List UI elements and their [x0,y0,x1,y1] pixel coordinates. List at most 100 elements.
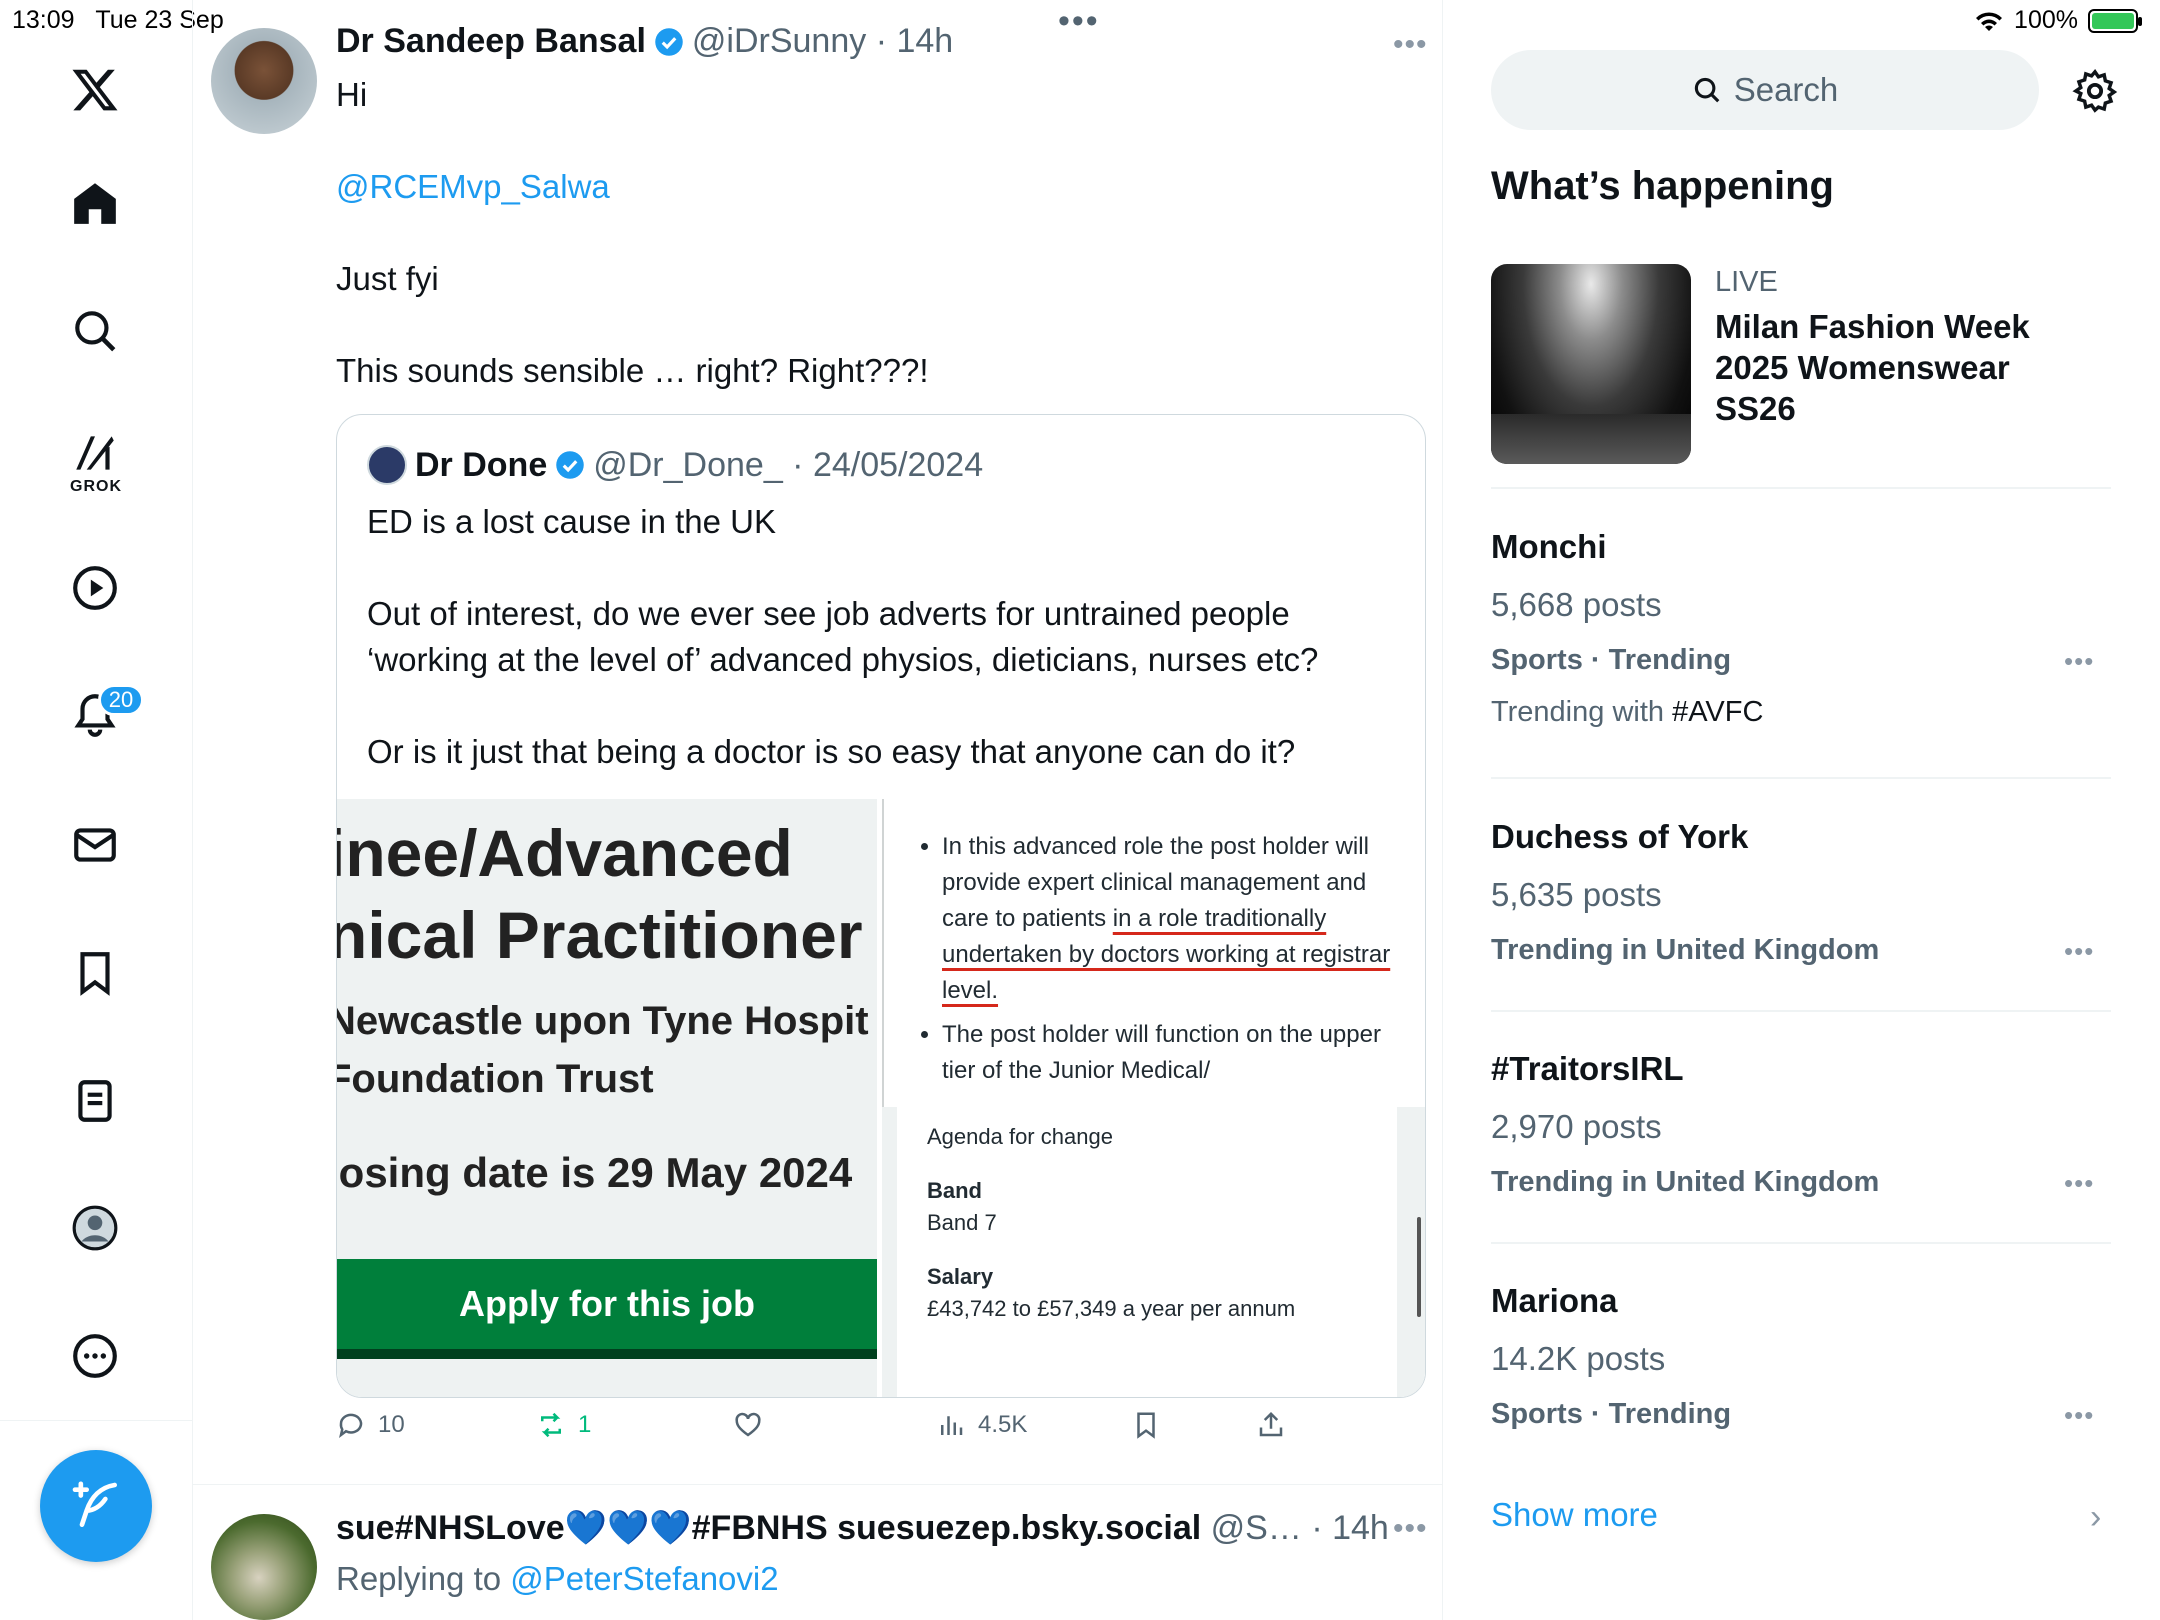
views-icon [941,1416,963,1435]
job-summary-panel: Agenda for change Band Band 7 Salary £43… [882,1107,1425,1397]
notifications-badge: 20 [98,684,144,716]
timeline: Dr Sandeep Bansal @iDrSunny · 14h ••• Hi… [193,0,1443,1620]
home-icon[interactable] [60,168,130,238]
repost-icon [541,1412,561,1438]
mail-icon[interactable] [60,810,130,880]
trend-name[interactable]: #TraitorsIRL [1491,1050,1684,1088]
trend-post-count: 5,668 posts [1491,586,1662,623]
job-title-line-2: nical Practitioner [337,898,863,972]
views-button[interactable]: 4.5K [936,1410,1027,1440]
search-icon[interactable] [60,296,130,366]
search-icon [1694,77,1720,103]
x-logo-icon[interactable] [60,55,130,125]
left-nav: GROK 20 [0,0,193,1620]
trend-context: Sports · Trending [1491,644,1732,676]
quote-media[interactable]: inee/Advanced nical Practitioner Newcast… [337,799,1425,1397]
trend-with: Trending with #AVFC [1491,696,1764,728]
live-label: LIVE [1715,266,1778,298]
next-author-handle[interactable]: @S… [1211,1509,1302,1548]
next-post-time[interactable]: 14h [1332,1509,1389,1548]
author-name[interactable]: Dr Sandeep Bansal [336,22,646,61]
trend-more-button[interactable]: ••• [2064,936,2094,967]
next-author-name[interactable]: sue#NHSLove💙💙💙#FBNHS suesuezep.bsky.soci… [336,1508,1201,1548]
post-more-button[interactable]: ••• [1393,28,1428,62]
trend-name[interactable]: Mariona [1491,1282,1618,1320]
compose-icon [72,1481,117,1527]
next-post-more-button[interactable]: ••• [1393,1512,1428,1546]
reply-button[interactable]: 10 [336,1410,405,1440]
trend-post-count: 5,635 posts [1491,876,1662,913]
grok-label: GROK [70,478,122,495]
reply-count: 10 [378,1411,405,1438]
chevron-right-icon: › [2090,1498,2102,1536]
like-button[interactable] [733,1410,763,1440]
post-header: Dr Sandeep Bansal @iDrSunny · 14h [336,22,954,61]
quote-handle: @Dr_Done_ [593,445,783,484]
post-time[interactable]: 14h [896,22,953,61]
post-line-4: This sounds sensible … right? Right???! [336,352,929,389]
salary-value: £43,742 to £57,349 a year per annum [927,1296,1296,1321]
quoted-post[interactable]: Dr Done @Dr_Done_ · 24/05/2024 ED is a l… [336,414,1426,1398]
bookmark-button[interactable] [1131,1410,1161,1440]
band-label: Band [927,1178,982,1203]
views-count: 4.5K [978,1411,1028,1438]
post-text: Hi @RCEMvp_Salwa Just fyi This sounds se… [336,72,929,440]
replying-to-link[interactable]: @PeterStefanovi2 [510,1560,778,1597]
trend-context: Trending in United Kingdom [1491,934,1880,966]
job-title-line-1: inee/Advanced [337,816,793,890]
post-divider [193,1484,1443,1485]
replying-to: Replying to @PeterStefanovi2 [336,1560,779,1597]
trend-more-button[interactable]: ••• [2064,1400,2094,1431]
post-line-1: Hi [336,76,368,113]
job-org-line-1: Newcastle upon Tyne Hospit [337,999,869,1043]
trend-divider [1491,1242,2111,1244]
repost-button[interactable]: 1 [536,1410,591,1440]
post-mention-link[interactable]: @RCEMvp_Salwa [336,164,929,210]
trend-more-button[interactable]: ••• [2064,1168,2094,1199]
quote-text: ED is a lost cause in the UK Out of inte… [367,499,1407,821]
status-indicators: 100% [1974,6,2142,35]
nav-divider [0,1420,193,1421]
trend-with-tag[interactable]: #AVFC [1672,696,1763,728]
trend-post-count: 14.2K posts [1491,1340,1666,1377]
quote-author-name: Dr Done [415,445,548,484]
repost-count: 1 [578,1411,592,1438]
compose-button[interactable] [40,1450,152,1562]
job-details-image: In this advanced role the post holder wi… [882,799,1425,1397]
show-more-link[interactable]: Show more [1491,1496,1658,1534]
post-actions: 10 1 4.5K [336,1410,1436,1460]
agenda-label: Agenda for change [927,1124,1113,1149]
quote-paragraph-1: ED is a lost cause in the UK [367,503,777,540]
trend-divider [1491,1010,2111,1012]
share-icon [1259,1411,1283,1437]
search-input[interactable]: Search [1491,50,2039,130]
trend-divider [1491,777,2111,779]
post-line-3: Just fyi [336,260,439,297]
video-icon[interactable] [60,553,130,623]
job-bullet-2: The post holder will function on the upp… [942,1017,1407,1089]
quote-paragraph-2: Out of interest, do we ever see job adve… [367,595,1319,678]
author-handle[interactable]: @iDrSunny [692,22,866,61]
battery-icon [2088,8,2142,33]
author-avatar[interactable] [211,28,317,134]
live-event-image[interactable] [1491,264,1691,464]
quote-date: 24/05/2024 [812,445,984,484]
image-scrollbar [1417,1217,1421,1317]
share-button[interactable] [1256,1410,1286,1440]
gear-icon[interactable] [2072,68,2118,114]
trend-name[interactable]: Monchi [1491,528,1606,566]
trend-more-button[interactable]: ••• [2064,646,2094,677]
trend-context: Sports · Trending [1491,1398,1732,1430]
live-event-title[interactable]: Milan Fashion Week 2025 Womenswear SS26 [1715,306,2055,429]
more-icon[interactable] [60,1321,130,1391]
next-author-avatar[interactable] [211,1514,317,1620]
job-description: In this advanced role the post holder wi… [882,799,1425,1109]
job-closing-date: losing date is 29 May 2024 [337,1149,853,1196]
quote-header: Dr Done @Dr_Done_ · 24/05/2024 [367,445,983,485]
apply-for-job-button: Apply for this job [337,1259,877,1359]
trend-name[interactable]: Duchess of York [1491,818,1748,856]
profile-icon[interactable] [60,1193,130,1263]
lists-icon[interactable] [60,1066,130,1136]
bookmark-icon[interactable] [60,938,130,1008]
trend-context: Trending in United Kingdom [1491,1166,1880,1198]
